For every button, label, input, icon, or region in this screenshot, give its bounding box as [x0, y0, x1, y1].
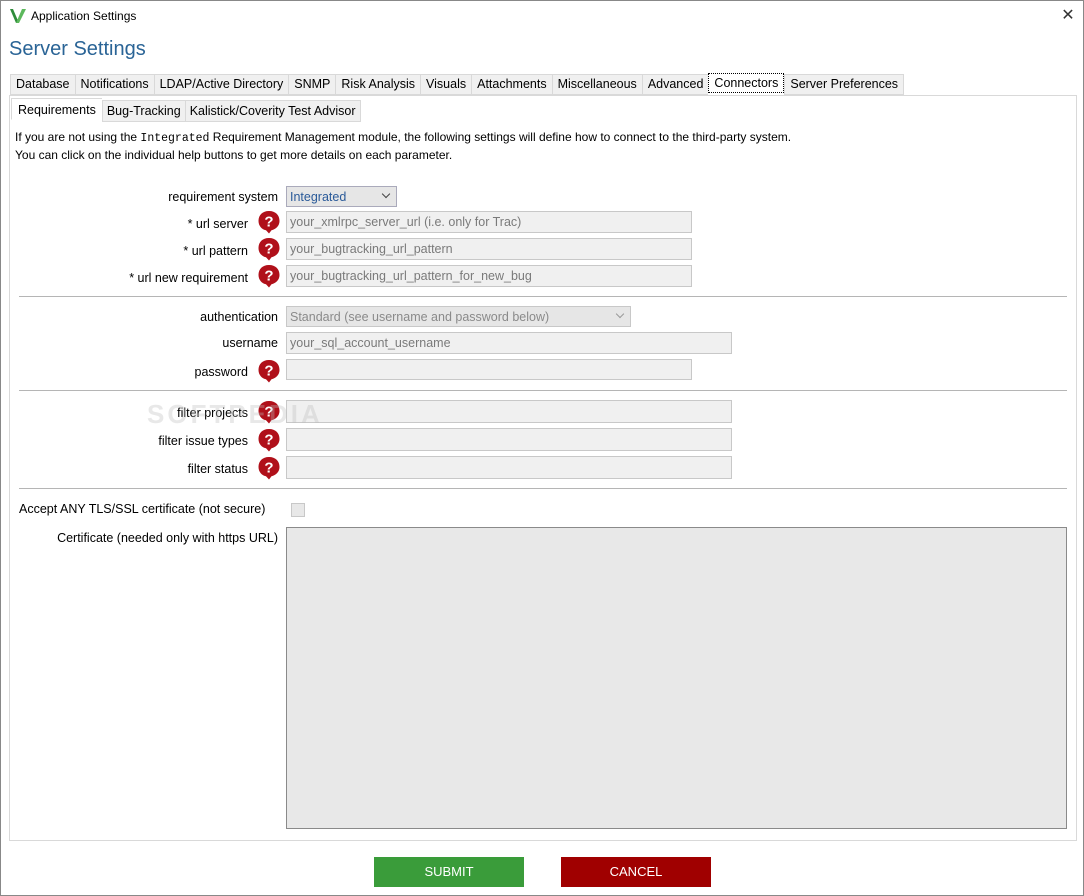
tab-attachments[interactable]: Attachments — [471, 74, 552, 95]
page-title: Server Settings — [9, 38, 146, 60]
url-server-input[interactable]: your_xmlrpc_server_url (i.e. only for Tr… — [286, 211, 692, 233]
tab-notifications[interactable]: Notifications — [74, 74, 154, 95]
app-logo-icon — [10, 9, 26, 23]
tab-visuals[interactable]: Visuals — [420, 74, 472, 95]
cancel-button[interactable]: CANCEL — [561, 857, 711, 887]
intro-line2: You can click on the individual help but… — [15, 148, 453, 162]
watermark: SOFTPEDIA — [147, 399, 323, 429]
url-new-requirement-input[interactable]: your_bugtracking_url_pattern_for_new_bug — [286, 265, 692, 287]
requirement-system-select[interactable]: Integrated — [286, 186, 397, 207]
intro-line1-code: Integrated — [140, 132, 210, 145]
subtab-bug-tracking[interactable]: Bug-Tracking — [101, 100, 185, 122]
password-input[interactable] — [286, 359, 692, 380]
submit-button[interactable]: SUBMIT — [374, 857, 524, 887]
url-pattern-label: * url pattern — [183, 244, 248, 258]
authentication-value: Standard (see username and password belo… — [290, 310, 550, 324]
intro-line1-pre: If you are not using the — [15, 130, 141, 144]
help-icon[interactable]: ? — [257, 359, 281, 383]
settings-window: Application Settings ✕ Server Settings D… — [0, 0, 1084, 896]
tab-risk-analysis[interactable]: Risk Analysis — [335, 74, 421, 95]
requirement-system-value: Integrated — [290, 190, 347, 204]
svg-text:?: ? — [264, 460, 273, 477]
help-icon[interactable]: ? — [257, 456, 281, 480]
accept-tls-label: Accept ANY TLS/SSL certificate (not secu… — [19, 502, 266, 516]
help-icon[interactable]: ? — [257, 264, 281, 288]
chevron-down-icon — [615, 309, 625, 319]
password-label: password — [194, 365, 249, 379]
tab-advanced[interactable]: Advanced — [641, 74, 709, 95]
svg-text:?: ? — [264, 241, 273, 258]
url-server-label: * url server — [187, 217, 248, 231]
svg-text:?: ? — [264, 214, 273, 231]
section-divider — [19, 390, 1067, 391]
username-label: username — [222, 336, 278, 350]
filter-projects-input[interactable] — [286, 400, 732, 423]
settings-tabs: Database Notifications LDAP/Active Direc… — [10, 73, 905, 95]
tab-snmp[interactable]: SNMP — [288, 74, 336, 95]
intro-text: If you are not using the Integrated Requ… — [15, 129, 791, 164]
section-divider — [19, 296, 1067, 297]
window-title: Application Settings — [31, 9, 137, 23]
title-bar: Application Settings ✕ — [1, 1, 1083, 31]
certificate-label: Certificate (needed only with https URL) — [57, 531, 278, 545]
help-icon[interactable]: ? — [257, 210, 281, 234]
filter-status-input[interactable] — [286, 456, 732, 479]
certificate-textarea[interactable] — [286, 527, 1067, 829]
close-icon[interactable]: ✕ — [1053, 1, 1083, 31]
tab-database[interactable]: Database — [10, 74, 75, 95]
filter-issue-types-input[interactable] — [286, 428, 732, 451]
url-pattern-input[interactable]: your_bugtracking_url_pattern — [286, 238, 692, 260]
section-divider — [19, 488, 1067, 489]
accept-tls-checkbox[interactable] — [291, 503, 305, 517]
help-icon[interactable]: ? — [257, 428, 281, 452]
tab-miscellaneous[interactable]: Miscellaneous — [551, 74, 642, 95]
connector-subtabs: Requirements Bug-Tracking Kalistick/Cove… — [11, 98, 361, 122]
url-new-requirement-label: * url new requirement — [129, 271, 248, 285]
chevron-down-icon — [381, 189, 391, 199]
authentication-label: authentication — [200, 310, 278, 324]
filter-issue-types-label: filter issue types — [158, 434, 248, 448]
tab-ldap[interactable]: LDAP/Active Directory — [153, 74, 289, 95]
authentication-select[interactable]: Standard (see username and password belo… — [286, 306, 631, 327]
subtab-kalistick[interactable]: Kalistick/Coverity Test Advisor — [184, 100, 361, 122]
help-icon[interactable]: ? — [257, 237, 281, 261]
tab-connectors[interactable]: Connectors — [708, 73, 785, 93]
svg-text:?: ? — [264, 432, 273, 449]
tab-server-preferences[interactable]: Server Preferences — [784, 74, 905, 95]
filter-status-label: filter status — [187, 462, 248, 476]
subtab-requirements[interactable]: Requirements — [11, 98, 102, 120]
svg-text:?: ? — [264, 363, 273, 380]
requirement-system-label: requirement system — [168, 190, 278, 204]
svg-text:?: ? — [264, 268, 273, 285]
username-input[interactable]: your_sql_account_username — [286, 332, 732, 354]
intro-line1-post: Requirement Management module, the follo… — [209, 130, 792, 144]
